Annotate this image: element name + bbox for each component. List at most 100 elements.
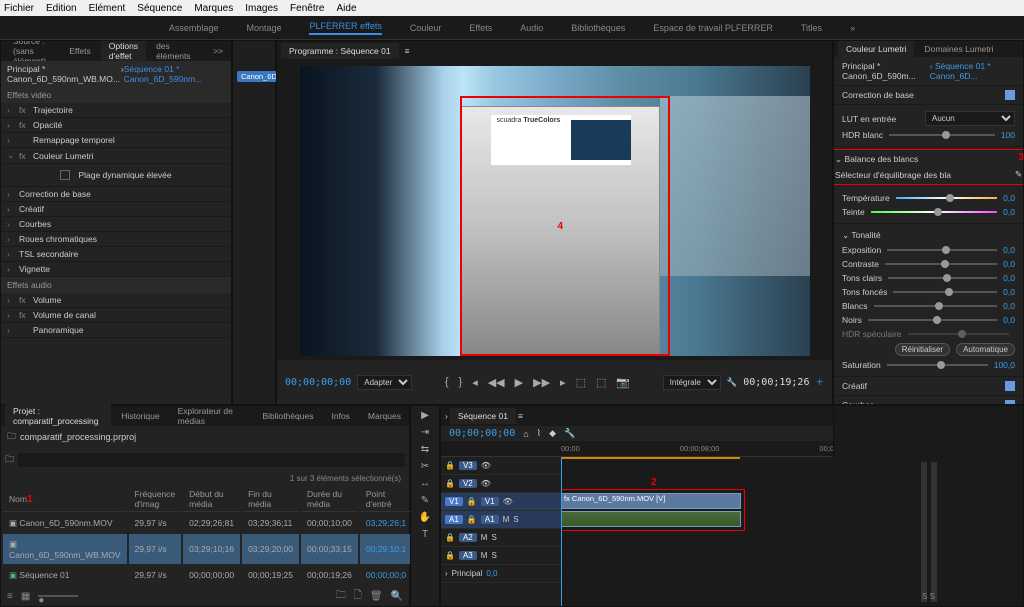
lumetri-courbes[interactable]: Courbes <box>19 219 51 229</box>
mark-out-icon[interactable]: } <box>459 376 463 389</box>
auto-button[interactable]: Automatique <box>956 343 1015 356</box>
expand-icon[interactable]: › <box>7 234 15 244</box>
track-a3[interactable]: A3 <box>459 551 477 560</box>
workspace-assemblage[interactable]: Assemblage <box>169 23 219 33</box>
tab-effets[interactable]: Effets <box>61 43 99 59</box>
whites-slider[interactable] <box>874 305 998 307</box>
panel-menu-icon[interactable]: ≡ <box>518 411 523 421</box>
fx-icon[interactable]: fx <box>19 120 29 130</box>
link-icon[interactable]: ⌇ <box>537 428 541 439</box>
clip-name[interactable]: ▣ Canon_6D_590nm_WB.MOV <box>3 534 127 564</box>
expand-icon[interactable]: › <box>7 264 15 274</box>
time-ruler[interactable]: 00;00 00;00;08;00 00;00;16;00 <box>441 441 859 457</box>
expand-icon[interactable]: › <box>7 135 15 145</box>
menu-marques[interactable]: Marques <box>194 3 233 14</box>
tab-domaines-lumetri[interactable]: Domaines Lumetri <box>916 41 1001 57</box>
search-input[interactable] <box>18 453 405 467</box>
pen-tool-icon[interactable]: ✎ <box>421 495 429 506</box>
effect-volume-canal[interactable]: Volume de canal <box>33 310 96 320</box>
expand-icon[interactable]: › <box>7 189 15 199</box>
table-row[interactable]: ▣ Séquence 0129,97 i/s00;00;00;0000;00;1… <box>3 566 412 584</box>
toggle-output-icon[interactable]: 👁 <box>481 479 491 488</box>
panel-menu-icon[interactable]: ≡ <box>405 46 410 56</box>
solo-icon[interactable]: S <box>491 551 496 560</box>
ripple-tool-icon[interactable]: ⇆ <box>421 444 429 455</box>
new-bin-icon[interactable]: 🗀 <box>336 588 346 605</box>
col-debut[interactable]: Début du média <box>183 487 240 512</box>
section-creatif[interactable]: Créatif <box>842 381 867 391</box>
principal-value[interactable]: 0,0 <box>486 569 497 578</box>
shadows-value[interactable]: 0,0 <box>1003 287 1015 297</box>
checkbox-correction[interactable] <box>1005 90 1015 100</box>
track-lock-icon[interactable]: 🔒 <box>467 497 477 506</box>
track-a2[interactable]: A2 <box>459 533 477 542</box>
type-tool-icon[interactable]: T <box>422 529 428 540</box>
col-duree[interactable]: Durée du média <box>301 487 358 512</box>
checkbox-hdr[interactable] <box>60 170 70 180</box>
menu-fichier[interactable]: Fichier <box>4 3 34 14</box>
eyedropper-icon[interactable]: ✎ <box>1015 169 1022 180</box>
step-back-icon[interactable]: ◀◀ <box>488 376 505 389</box>
extract-icon[interactable]: ⬚ <box>596 376 606 389</box>
resolution-select[interactable]: Intégrale <box>663 375 721 390</box>
track-lock-icon[interactable]: 🔒 <box>445 551 455 560</box>
filter-icon[interactable]: 🗀 <box>5 452 14 468</box>
expand-icon[interactable]: › <box>7 249 15 259</box>
expand-icon[interactable]: › <box>7 105 15 115</box>
lumetri-tsl[interactable]: TSL secondaire <box>19 249 78 259</box>
mute-icon[interactable]: M <box>481 551 488 560</box>
menu-edition[interactable]: Edition <box>46 3 77 14</box>
solo-icon[interactable]: S <box>491 533 496 542</box>
col-nom[interactable]: Nom 1 <box>3 487 127 512</box>
snap-icon[interactable]: ⌂ <box>523 429 528 439</box>
workspace-audio[interactable]: Audio <box>520 23 543 33</box>
step-fwd-icon[interactable]: ▶▶ <box>533 376 550 389</box>
timeline-nav-icon[interactable]: › <box>445 411 448 421</box>
tab-overflow[interactable]: >> <box>205 43 231 59</box>
blacks-slider[interactable] <box>868 319 997 321</box>
track-a1[interactable]: A1 <box>481 515 499 524</box>
menu-sequence[interactable]: Séquence <box>137 3 182 14</box>
effect-panoramique[interactable]: Panoramique <box>33 325 84 335</box>
marker-icon[interactable]: ◆ <box>549 428 556 439</box>
hand-tool-icon[interactable]: ✋ <box>419 512 431 523</box>
fx-icon[interactable]: fx <box>19 310 29 320</box>
highlights-value[interactable]: 0,0 <box>1003 273 1015 283</box>
solo-icon[interactable]: S <box>513 515 518 524</box>
wrench-icon[interactable]: 🔧 <box>727 377 738 388</box>
track-expand-icon[interactable]: › <box>445 569 448 578</box>
workspace-plferrer[interactable]: PLFERRER effets <box>309 21 381 35</box>
wb-title[interactable]: ⌄ Balance des blancs <box>835 154 918 165</box>
tab-programme[interactable]: Programme : Séquence 01 <box>281 43 399 59</box>
workspace-espace[interactable]: Espace de travail PLFERRER <box>653 23 773 33</box>
tab-marques[interactable]: Marques <box>360 408 409 424</box>
track-lock-icon[interactable]: 🔒 <box>445 461 455 470</box>
lumetri-correction-head[interactable]: Correction de base <box>842 90 914 100</box>
effect-opacite[interactable]: Opacité <box>33 120 62 130</box>
menu-fenetre[interactable]: Fenêtre <box>290 3 324 14</box>
expand-icon[interactable]: › <box>7 325 15 335</box>
lumetri-correction[interactable]: Correction de base <box>19 189 91 199</box>
workspace-couleur[interactable]: Couleur <box>410 23 442 33</box>
program-viewer[interactable]: scuadra TrueColors 4 <box>277 61 832 360</box>
contrast-value[interactable]: 0,0 <box>1003 259 1015 269</box>
workspace-titles[interactable]: Titles <box>801 23 822 33</box>
effect-trajectoire[interactable]: Trajectoire <box>33 105 73 115</box>
expand-icon[interactable]: › <box>7 120 15 130</box>
menu-aide[interactable]: Aide <box>337 3 357 14</box>
tab-couleur-lumetri[interactable]: Couleur Lumetri <box>838 41 914 57</box>
effect-volume[interactable]: Volume <box>33 295 61 305</box>
shadows-slider[interactable] <box>893 291 997 293</box>
expo-slider[interactable] <box>887 249 997 251</box>
tonality-title[interactable]: ⌄ Tonalité <box>842 230 881 241</box>
track-v1[interactable]: V1 <box>481 497 499 506</box>
playhead[interactable] <box>561 457 562 606</box>
new-item-icon[interactable]: 🗋 <box>354 588 362 605</box>
expand-icon[interactable]: › <box>7 219 15 229</box>
workspace-montage[interactable]: Montage <box>246 23 281 33</box>
track-lock-icon[interactable]: 🔒 <box>467 515 477 524</box>
sequence-name[interactable]: ▣ Séquence 01 <box>3 566 127 584</box>
track-v2[interactable]: V2 <box>459 479 477 488</box>
effect-remappage[interactable]: Remappage temporel <box>33 135 115 145</box>
settings-icon[interactable]: 🔧 <box>564 428 575 439</box>
